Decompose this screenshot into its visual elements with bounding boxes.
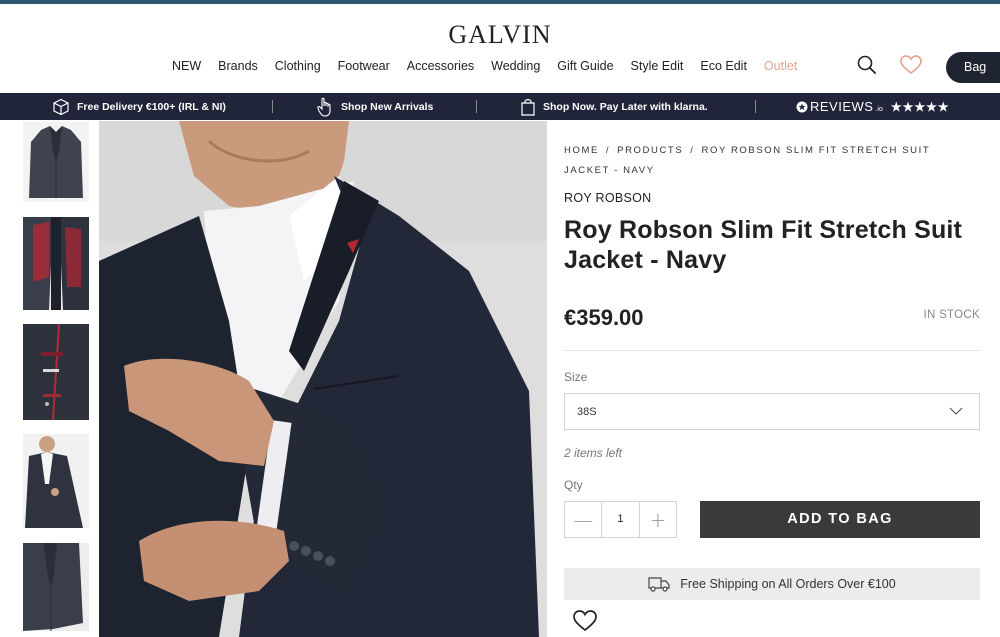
promo-divider	[272, 100, 273, 113]
box-icon	[53, 98, 69, 115]
shipping-text: Free Shipping on All Orders Over €100	[680, 577, 896, 591]
qty-decrease-button[interactable]: —	[565, 502, 601, 537]
shipping-banner: Free Shipping on All Orders Over €100	[564, 568, 980, 600]
thumbnail-4[interactable]	[23, 434, 89, 528]
nav-item-accessories[interactable]: Accessories	[407, 59, 474, 73]
main-nav: NEW Brands Clothing Footwear Accessories…	[172, 59, 814, 73]
nav-item-outlet[interactable]: Outlet	[764, 59, 797, 73]
breadcrumb-products[interactable]: PRODUCTS	[617, 145, 683, 156]
hand-pointer-icon	[317, 97, 331, 117]
promo-divider	[755, 100, 756, 113]
product-title: Roy Robson Slim Fit Stretch Suit Jacket …	[564, 216, 963, 274]
items-left-note: 2 items left	[564, 446, 623, 460]
wishlist-heart-icon[interactable]	[572, 609, 598, 633]
size-label: Size	[564, 370, 588, 384]
promo-bar: Free Delivery €100+ (IRL & NI) Shop New …	[0, 93, 1000, 120]
bag-button[interactable]: Bag	[946, 52, 1000, 83]
nav-item-brands[interactable]: Brands	[218, 59, 258, 73]
reviews-star-icon	[796, 101, 808, 112]
add-to-bag-button[interactable]: ADD TO BAG	[700, 501, 980, 538]
nav-item-new[interactable]: NEW	[172, 59, 201, 73]
nav-item-wedding[interactable]: Wedding	[491, 59, 540, 73]
search-icon[interactable]	[856, 54, 878, 76]
stock-status: IN STOCK	[923, 309, 980, 321]
promo-new-arrivals[interactable]: Shop New Arrivals	[316, 93, 433, 120]
breadcrumb: HOME / PRODUCTS / ROY ROBSON SLIM FIT STRETC…	[564, 141, 974, 181]
breadcrumb-separator: /	[690, 145, 695, 156]
product-brand[interactable]: ROY ROBSON	[564, 191, 652, 205]
product-main-image[interactable]	[99, 121, 547, 637]
size-selected-value: 38S	[577, 406, 597, 418]
thumbnail-2[interactable]	[23, 217, 89, 310]
nav-item-style-edit[interactable]: Style Edit	[631, 59, 684, 73]
rating-stars: ★★★★★	[890, 99, 950, 114]
heart-icon[interactable]	[899, 54, 923, 76]
divider	[564, 350, 980, 351]
site-logo[interactable]: GALVIN	[0, 20, 1000, 50]
quantity-stepper: — 1 +	[564, 501, 677, 538]
promo-klarna[interactable]: Shop Now. Pay Later with klarna.	[520, 93, 708, 120]
chevron-down-icon	[949, 407, 963, 415]
reviews-suffix: .io	[875, 105, 883, 113]
qty-label: Qty	[564, 478, 583, 492]
promo-new-arrivals-text: Shop New Arrivals	[341, 100, 434, 113]
reviews-label: REVIEWS	[810, 99, 874, 114]
product-price: €359.00	[564, 305, 644, 330]
shopping-bag-icon	[521, 98, 535, 116]
thumbnail-1[interactable]	[23, 122, 89, 202]
top-accent-strip	[0, 0, 1000, 4]
nav-item-eco-edit[interactable]: Eco Edit	[700, 59, 747, 73]
thumbnail-3[interactable]	[23, 324, 89, 420]
promo-divider	[476, 100, 477, 113]
promo-free-delivery-text: Free Delivery €100+ (IRL & NI)	[77, 100, 226, 113]
promo-klarna-text: Shop Now. Pay Later with klarna.	[543, 100, 708, 113]
nav-item-footwear[interactable]: Footwear	[338, 59, 390, 73]
thumbnail-5[interactable]	[23, 543, 89, 631]
breadcrumb-home[interactable]: HOME	[564, 145, 599, 156]
qty-increase-button[interactable]: +	[640, 502, 676, 537]
truck-icon	[648, 577, 670, 592]
size-select[interactable]: 38S	[564, 393, 980, 430]
qty-input[interactable]: 1	[601, 502, 640, 537]
nav-item-clothing[interactable]: Clothing	[275, 59, 321, 73]
nav-item-gift-guide[interactable]: Gift Guide	[557, 59, 613, 73]
reviews-badge[interactable]: REVIEWS .io ★★★★★	[796, 93, 950, 120]
breadcrumb-separator: /	[605, 145, 611, 156]
promo-free-delivery[interactable]: Free Delivery €100+ (IRL & NI)	[52, 93, 226, 120]
